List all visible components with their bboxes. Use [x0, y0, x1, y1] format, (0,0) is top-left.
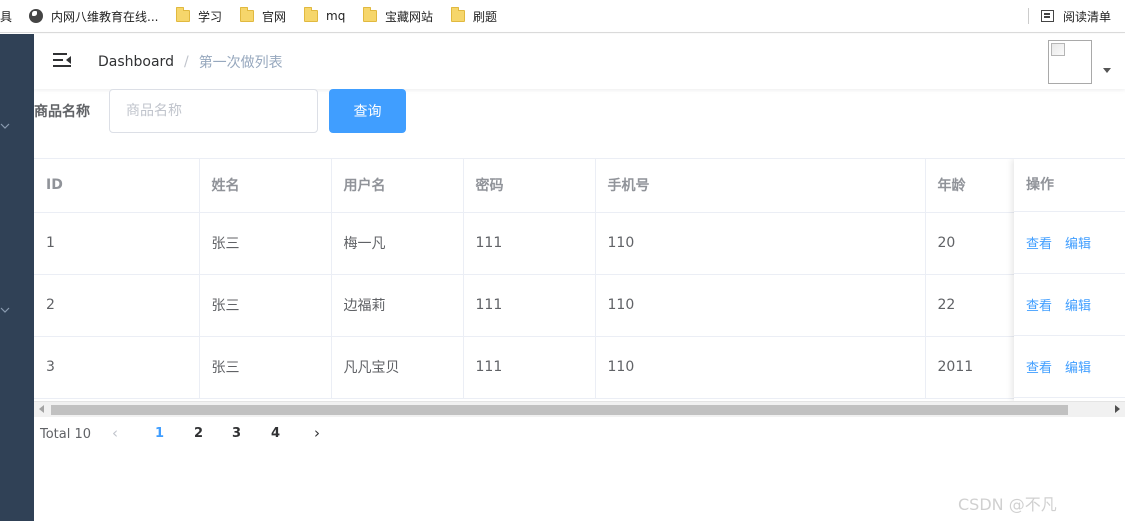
column-header-actions: 操作: [1014, 159, 1125, 212]
bookmark-partial[interactable]: 具: [0, 0, 12, 32]
query-button[interactable]: 查询: [329, 89, 406, 133]
page-2[interactable]: 2: [194, 426, 203, 441]
bookmark-item-official[interactable]: 官网: [240, 0, 286, 32]
page-3[interactable]: 3: [232, 426, 241, 441]
actions-cell: 查看 编辑: [1014, 212, 1125, 274]
watermark: CSDN @不凡: [958, 495, 1057, 514]
bookmark-label: 宝藏网站: [385, 9, 434, 24]
breadcrumb: Dashboard / 第一次做列表: [98, 52, 283, 72]
navbar: Dashboard / 第一次做列表: [34, 34, 1125, 89]
cell-phone: 110: [595, 212, 926, 275]
breadcrumb-separator: /: [183, 54, 189, 70]
cell-id: 1: [34, 212, 200, 275]
folder-icon: [176, 7, 190, 22]
scroll-right-icon[interactable]: [1115, 405, 1120, 413]
folder-icon: [451, 7, 465, 22]
page-4[interactable]: 4: [271, 426, 280, 441]
table-row: 3 张三 凡凡宝贝 111 110 2011: [34, 336, 1015, 399]
column-header-username[interactable]: 用户名: [331, 159, 464, 213]
sidebar: [0, 34, 34, 521]
cell-phone: 110: [595, 274, 926, 337]
cell-name: 张三: [199, 212, 332, 275]
folder-icon: [304, 7, 318, 22]
table-header-row: ID 姓名 用户名 密码 手机号 年龄: [34, 159, 1015, 213]
column-header-name[interactable]: 姓名: [199, 159, 332, 213]
cell-age: 22: [925, 274, 1015, 337]
folder-icon: [363, 7, 377, 22]
bookmark-item-practice[interactable]: 刷题: [451, 0, 497, 32]
product-name-label: 商品名称: [34, 104, 90, 120]
column-header-password[interactable]: 密码: [463, 159, 596, 213]
hamburger-icon[interactable]: [53, 53, 71, 67]
bookmark-label: 刷题: [473, 9, 498, 24]
folder-icon: [240, 7, 254, 22]
cell-phone: 110: [595, 336, 926, 399]
reading-list-icon: [1041, 10, 1054, 22]
cell-username: 边福莉: [331, 274, 464, 337]
edit-button[interactable]: 编辑: [1065, 295, 1091, 314]
total-count: Total 10: [40, 426, 92, 442]
bookmark-label: 官网: [262, 9, 287, 24]
scroll-left-icon[interactable]: [39, 405, 44, 413]
bookmark-item-neiwang[interactable]: 内网八维教育在线...: [29, 0, 158, 32]
bookmark-item-mq[interactable]: mq: [304, 0, 345, 32]
data-table: ID 姓名 用户名 密码 手机号 年龄 1 张三 梅一凡 111 110 20 …: [34, 158, 1125, 417]
bookmarks-divider: [1028, 8, 1029, 24]
actions-cell: 查看 编辑: [1014, 274, 1125, 336]
column-header-id[interactable]: ID: [34, 159, 200, 213]
avatar[interactable]: [1048, 40, 1092, 84]
view-button[interactable]: 查看: [1026, 233, 1052, 252]
edit-button[interactable]: 编辑: [1065, 357, 1091, 376]
bookmarks-bar: 具 内网八维教育在线... 学习 官网 mq 宝藏网站 刷题 阅读清单: [0, 0, 1125, 33]
caret-down-icon[interactable]: [1103, 68, 1111, 73]
cell-age: 20: [925, 212, 1015, 275]
view-button[interactable]: 查看: [1026, 295, 1052, 314]
cell-username: 凡凡宝贝: [331, 336, 464, 399]
bookmark-item-treasure[interactable]: 宝藏网站: [363, 0, 433, 32]
actions-column: 操作 查看 编辑 查看 编辑 查看 编辑: [1014, 159, 1125, 401]
cell-id: 3: [34, 336, 200, 399]
edit-button[interactable]: 编辑: [1065, 233, 1091, 252]
cell-password: 111: [463, 336, 596, 399]
column-header-age[interactable]: 年龄: [925, 159, 1015, 213]
cell-username: 梅一凡: [331, 212, 464, 275]
reading-list-label: 阅读清单: [1063, 9, 1112, 24]
cell-name: 张三: [199, 274, 332, 337]
globe-icon: [29, 9, 43, 23]
bookmark-label: mq: [326, 9, 346, 23]
horizontal-scrollbar[interactable]: [34, 401, 1125, 417]
reading-list-button[interactable]: 阅读清单: [1041, 0, 1111, 32]
cell-id: 2: [34, 274, 200, 337]
page-1[interactable]: 1: [155, 426, 164, 441]
scrollbar-thumb[interactable]: [51, 405, 1068, 415]
actions-cell: 查看 编辑: [1014, 336, 1125, 398]
bookmark-label: 学习: [198, 9, 223, 24]
pagination-total: Total 10: [40, 424, 91, 444]
product-name-input[interactable]: [109, 89, 318, 133]
bookmark-item-study[interactable]: 学习: [176, 0, 222, 32]
bookmark-partial-label: 具: [0, 9, 13, 24]
breadcrumb-current: 第一次做列表: [198, 55, 283, 71]
chevron-down-icon[interactable]: [0, 305, 10, 315]
prev-page-button[interactable]: ‹: [112, 424, 118, 442]
bookmark-label: 内网八维教育在线...: [51, 9, 159, 24]
table-row: 2 张三 边福莉 111 110 22: [34, 274, 1015, 337]
view-button[interactable]: 查看: [1026, 357, 1052, 376]
next-page-button[interactable]: ›: [314, 424, 320, 442]
table-row: 1 张三 梅一凡 111 110 20: [34, 212, 1015, 275]
chevron-down-icon[interactable]: [0, 121, 10, 131]
column-header-phone[interactable]: 手机号: [595, 159, 926, 213]
breadcrumb-root[interactable]: Dashboard: [98, 54, 174, 70]
cell-password: 111: [463, 212, 596, 275]
cell-age: 2011: [925, 336, 1015, 399]
cell-name: 张三: [199, 336, 332, 399]
cell-password: 111: [463, 274, 596, 337]
